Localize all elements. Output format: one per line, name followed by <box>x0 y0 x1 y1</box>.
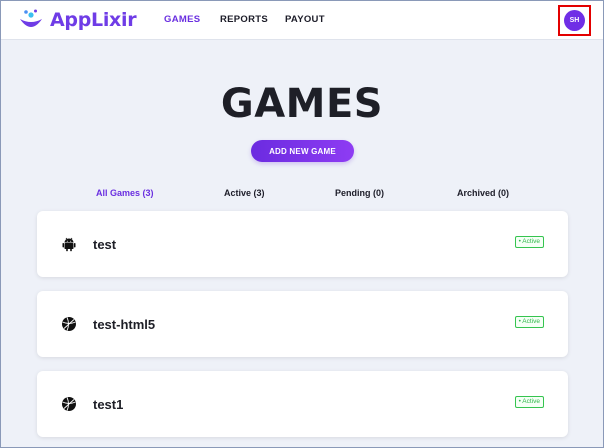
game-name: test-html5 <box>93 317 156 332</box>
avatar-highlight: SH <box>558 5 591 36</box>
status-badge: • Active <box>514 396 544 408</box>
brand-logo[interactable]: AppLixir <box>18 7 137 33</box>
brand-name: AppLixir <box>50 9 137 31</box>
filter-active[interactable]: Active (3) <box>224 188 265 198</box>
html5-ball-icon <box>62 397 76 411</box>
game-card[interactable]: test1 • Active <box>37 371 568 437</box>
status-badge: • Active <box>514 236 544 248</box>
applixir-logo-icon <box>20 9 42 27</box>
game-card[interactable]: test • Active <box>37 211 568 277</box>
app-window: AppLixir GAMES REPORTS PAYOUT SH GAMES A… <box>0 0 604 448</box>
filter-all-games[interactable]: All Games (3) <box>96 188 154 198</box>
nav-games[interactable]: GAMES <box>164 14 200 25</box>
add-new-game-button[interactable]: ADD NEW GAME <box>251 140 354 162</box>
status-badge: • Active <box>514 316 544 328</box>
game-card[interactable]: test-html5 • Active <box>37 291 568 357</box>
android-icon <box>62 237 76 252</box>
filter-archived[interactable]: Archived (0) <box>457 188 509 198</box>
html5-ball-icon <box>62 317 76 331</box>
game-name: test1 <box>93 397 124 412</box>
nav-payout[interactable]: PAYOUT <box>285 14 325 25</box>
nav-reports[interactable]: REPORTS <box>220 14 268 25</box>
page-title: GAMES <box>220 81 384 127</box>
user-avatar[interactable]: SH <box>564 10 585 31</box>
game-name: test <box>93 237 117 252</box>
filter-pending[interactable]: Pending (0) <box>335 188 384 198</box>
top-navigation-bar: AppLixir GAMES REPORTS PAYOUT SH <box>1 1 603 40</box>
